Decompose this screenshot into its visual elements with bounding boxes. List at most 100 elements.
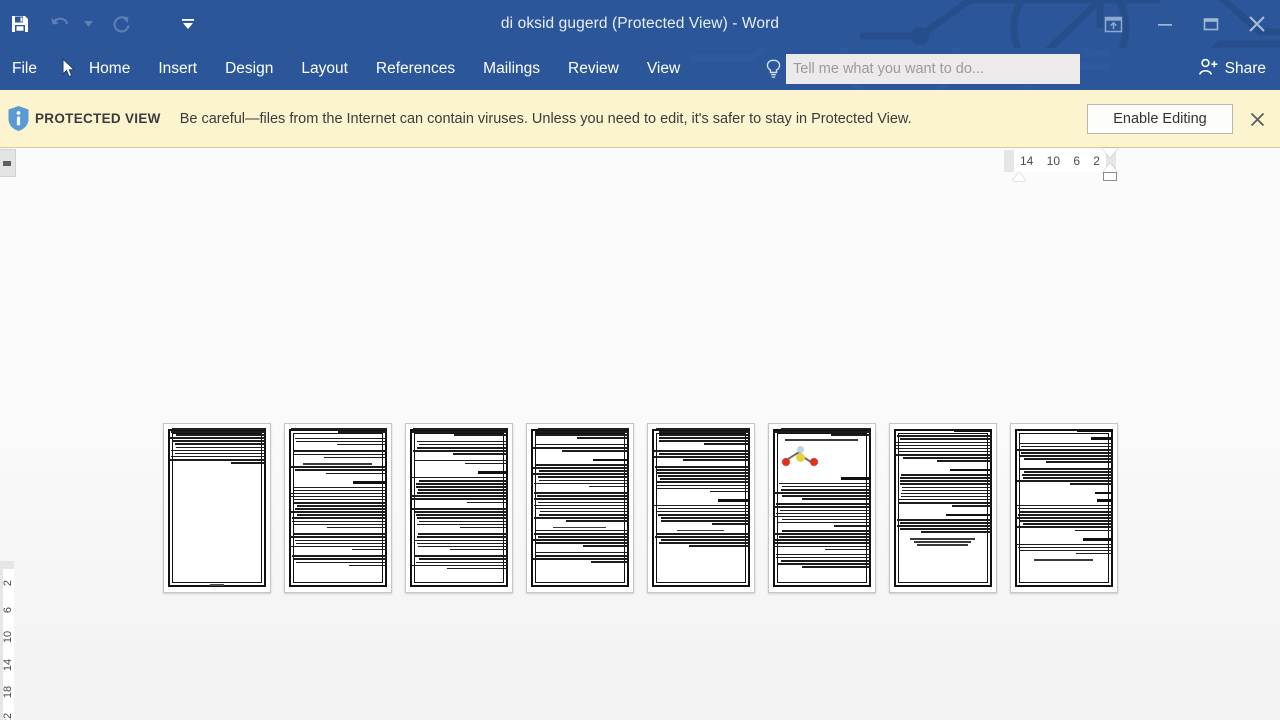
tell-me-input[interactable] — [786, 54, 1080, 84]
v-tick: 6 — [2, 606, 15, 614]
text-line — [776, 521, 871, 524]
text-paragraph — [410, 476, 508, 505]
v-tick: 10 — [2, 631, 15, 644]
text-paragraph — [531, 529, 629, 549]
text-line — [899, 477, 992, 479]
text-line — [290, 536, 387, 539]
ribbon-tabs: File Home Insert Design Layout Reference… — [0, 48, 694, 90]
save-icon[interactable] — [0, 4, 40, 44]
text-line — [897, 525, 992, 527]
text-line — [338, 431, 387, 433]
text-heading — [841, 477, 871, 480]
text-line — [657, 484, 750, 487]
close-icon[interactable] — [1234, 0, 1280, 48]
tab-insert[interactable]: Insert — [144, 48, 211, 90]
text-line — [591, 561, 629, 563]
redo-icon[interactable] — [102, 4, 142, 44]
text-line — [416, 542, 508, 545]
tab-review[interactable]: Review — [554, 48, 633, 90]
text-line — [898, 501, 992, 504]
tab-home[interactable]: Home — [75, 48, 144, 90]
first-line-indent-marker[interactable] — [1012, 172, 1026, 181]
text-line — [337, 443, 387, 446]
text-heading — [1094, 492, 1113, 495]
text-line — [412, 450, 508, 452]
tab-design[interactable]: Design — [211, 48, 287, 90]
minimize-icon[interactable] — [1142, 0, 1188, 48]
ruler-corner-tab-stop[interactable] — [0, 149, 16, 177]
text-line — [704, 443, 750, 446]
text-line — [903, 457, 992, 459]
text-line — [415, 511, 508, 513]
quick-access-toolbar — [0, 0, 208, 48]
page-thumbnail[interactable] — [767, 423, 876, 593]
text-line — [562, 450, 629, 452]
enable-editing-button[interactable]: Enable Editing — [1087, 104, 1233, 134]
right-indent-up-marker[interactable] — [1102, 148, 1118, 158]
page-thumbnail[interactable] — [888, 423, 997, 593]
tab-references[interactable]: References — [362, 48, 469, 90]
text-line — [538, 428, 629, 430]
horizontal-ruler[interactable]: 14 10 6 2 — [1004, 150, 1116, 181]
text-line — [1023, 458, 1113, 460]
text-line — [295, 561, 387, 564]
text-line — [539, 479, 629, 482]
text-line — [897, 450, 992, 453]
text-line — [536, 464, 629, 466]
text-line — [1017, 480, 1113, 482]
tab-file[interactable]: File — [0, 48, 49, 90]
text-line — [1015, 517, 1113, 519]
text-line — [534, 504, 629, 507]
text-line — [169, 437, 266, 439]
share-button[interactable]: Share — [1192, 48, 1266, 90]
tab-mailings[interactable]: Mailings — [469, 48, 554, 90]
text-line — [951, 505, 992, 507]
tab-layout[interactable]: Layout — [287, 48, 362, 90]
text-line — [537, 501, 629, 504]
mouse-pointer — [62, 58, 76, 78]
page-thumbnail[interactable] — [525, 423, 634, 593]
text-line — [348, 564, 387, 567]
text-paragraph — [531, 443, 629, 453]
page-thumbnail[interactable] — [283, 423, 392, 593]
page-thumbnail[interactable] — [162, 423, 271, 593]
text-line — [781, 495, 871, 497]
text-line — [290, 428, 387, 430]
page-thumbnail[interactable] — [1009, 423, 1118, 593]
text-line — [297, 505, 387, 507]
customize-quick-access-icon[interactable] — [168, 4, 208, 44]
text-line — [292, 517, 387, 520]
text-line — [775, 542, 871, 545]
document-workspace[interactable]: 2 6 10 14 18 22 14 10 6 2 — [0, 148, 1280, 720]
tab-view[interactable]: View — [633, 48, 694, 90]
text-line — [536, 542, 629, 544]
text-line — [654, 450, 750, 452]
text-line — [902, 489, 992, 492]
share-person-icon — [1198, 58, 1218, 81]
text-line — [1018, 514, 1113, 516]
text-line — [459, 526, 508, 529]
undo-icon[interactable] — [40, 4, 80, 44]
text-line — [577, 437, 629, 439]
centered-line — [914, 541, 971, 543]
page-thumbnail[interactable] — [404, 423, 513, 593]
text-line — [295, 440, 387, 443]
restore-icon[interactable] — [1188, 0, 1234, 48]
text-line — [537, 536, 629, 538]
protected-view-message: Be careful—files from the Internet can c… — [179, 110, 912, 127]
text-line — [411, 431, 508, 433]
text-line — [327, 526, 387, 529]
close-icon[interactable] — [1244, 106, 1270, 132]
undo-dropdown-icon[interactable] — [80, 4, 96, 44]
text-line — [653, 456, 750, 458]
text-line — [1023, 477, 1113, 479]
text-line — [536, 507, 629, 510]
text-heading — [1090, 437, 1113, 440]
left-indent-box-marker[interactable] — [1103, 172, 1117, 181]
page-thumbnail[interactable] — [646, 423, 755, 593]
text-line — [292, 453, 387, 456]
text-line — [896, 519, 992, 521]
text-line — [775, 515, 871, 518]
text-paragraph — [531, 492, 629, 523]
ribbon-display-options-icon[interactable] — [1084, 0, 1142, 48]
